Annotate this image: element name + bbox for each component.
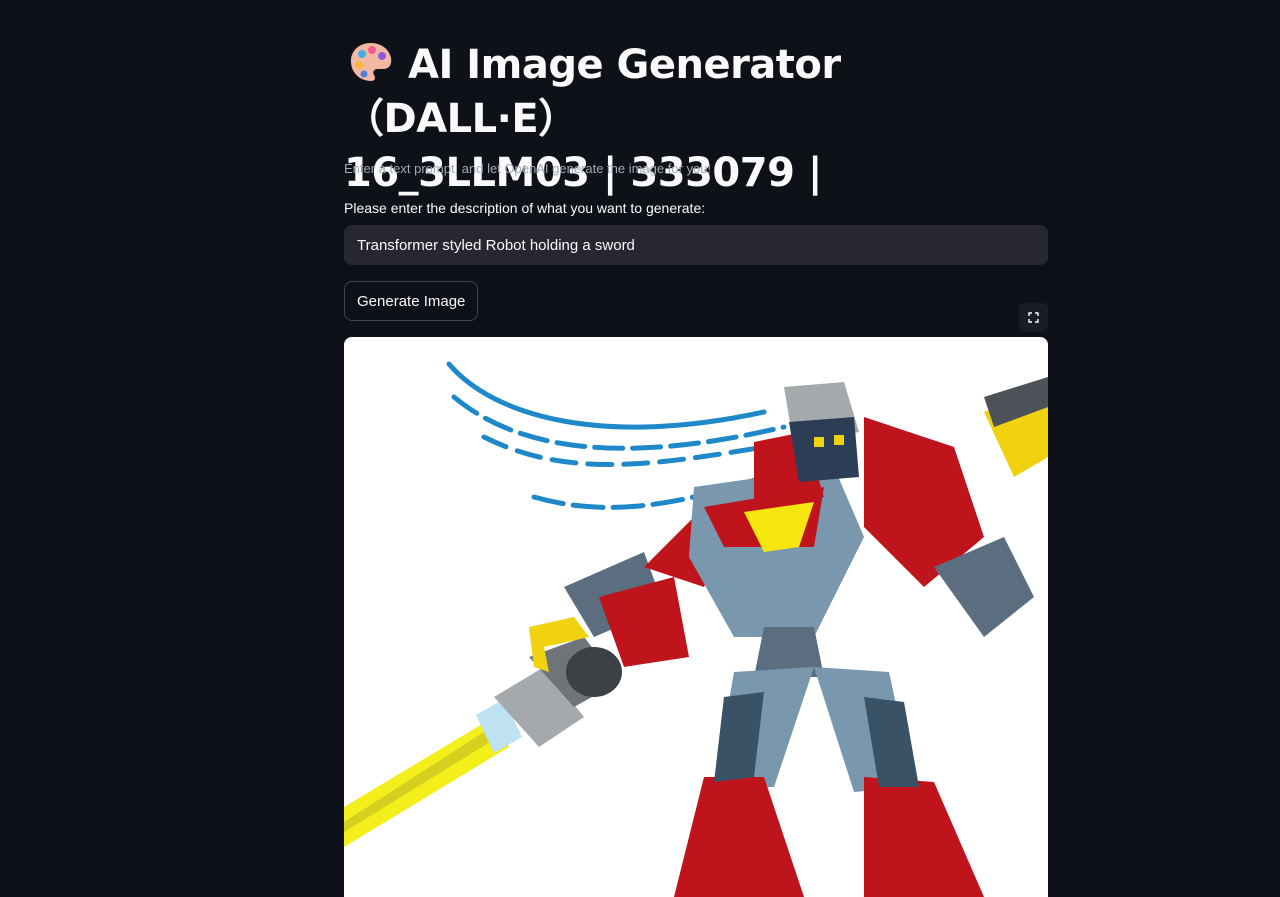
prompt-input[interactable] <box>344 225 1048 265</box>
robot-illustration <box>344 337 1048 897</box>
generated-image <box>344 337 1048 897</box>
page-subtitle: Enter a text prompt, and let OpenAI gene… <box>344 161 712 176</box>
artist-palette-icon <box>348 40 394 84</box>
fullscreen-icon[interactable] <box>1019 303 1048 332</box>
title-line-1: AI Image Generator（DALL·E） <box>344 42 841 142</box>
generate-image-button[interactable]: Generate Image <box>344 281 479 321</box>
prompt-label: Please enter the description of what you… <box>344 200 706 216</box>
